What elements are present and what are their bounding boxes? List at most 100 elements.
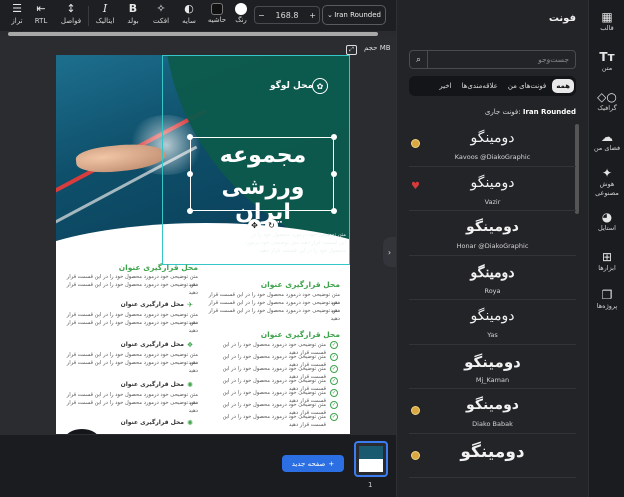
bold-icon: B [128, 2, 138, 15]
nav-text-label: متن [601, 64, 613, 72]
nav-projects[interactable]: ❐ پروژه‌ها [589, 288, 624, 311]
list-text[interactable]: متن توضیحی خود درمورد محصول خود را در ای… [206, 413, 326, 429]
section-title[interactable]: محل قرارگیری عنوان [236, 280, 340, 289]
nav-graphic[interactable]: ◇○ گرافیک [589, 90, 624, 113]
pages-bar: صفحه جدید + 1 [0, 434, 396, 497]
nav-my-space[interactable]: ☁ فضای من [589, 130, 624, 153]
font-item[interactable]: دومینگو Honar @DiakoGraphic [409, 211, 576, 256]
font-name: Roya [484, 286, 501, 295]
increase-size-button[interactable]: + [309, 11, 316, 20]
section-text[interactable]: متن توضیحی خود درمورد محصول خود را در ای… [66, 281, 198, 297]
chevron-right-icon: › [387, 247, 392, 257]
lightbulb-icon: ✺ [187, 381, 193, 389]
hero-description-3[interactable]: محصول خود را در این قسمت قرار دهید [186, 247, 346, 255]
font-sample: دومینگو [470, 309, 515, 324]
font-sample: دومینگو [464, 352, 521, 371]
section-text[interactable]: متن توضیحی خود درمورد محصول خود را در ای… [206, 307, 340, 323]
bold-button[interactable]: B بولد [118, 2, 148, 30]
item-text[interactable]: متن توضیحی خود درمورد محصول خود را در ای… [60, 399, 198, 415]
hero-description-1[interactable]: متن توضیحی خود درمورد محصول خود را در [186, 231, 346, 239]
border-label: حاشیه [207, 16, 227, 24]
item-text[interactable]: متن توضیحی خود درمورد محصول خود را در ای… [60, 359, 198, 375]
new-page-button[interactable]: صفحه جدید + [282, 455, 344, 472]
font-item[interactable]: دومینگو Yas [409, 300, 576, 345]
check-icon: ✓ [330, 341, 338, 349]
item-title[interactable]: محل قرارگیری عنوان [96, 419, 184, 426]
font-name: Mj_Kaman [475, 375, 510, 384]
font-item[interactable]: دومینگو Roya [409, 256, 576, 300]
font-name: Yas [487, 331, 498, 339]
item-text[interactable]: متن توضیحی خود درمورد محصول خود را در ای… [60, 319, 198, 335]
chevron-down-icon: ⌄ [327, 11, 333, 19]
section-title[interactable]: محل قرارگیری عنوان [116, 263, 198, 272]
new-page-label: صفحه جدید [291, 459, 326, 468]
divider [88, 6, 89, 26]
item-title[interactable]: محل قرارگیری عنوان [96, 301, 184, 308]
font-item[interactable]: ♥ دومینگو Vazir [409, 167, 576, 211]
page-thumbnail[interactable] [354, 441, 388, 477]
rtl-button[interactable]: ⇤ RTL [26, 2, 56, 30]
nav-template[interactable]: ▦ قالب [589, 10, 624, 33]
rtl-icon: ⇤ [36, 2, 46, 15]
title-line-1[interactable]: مجموعه [192, 143, 334, 168]
item-title[interactable]: محل قرارگیری عنوان [96, 381, 184, 388]
text-icon: Tт [599, 50, 615, 64]
check-icon: ✓ [330, 413, 338, 421]
search-icon[interactable]: ⌕ [410, 51, 428, 68]
nav-graphic-label: گرافیک [597, 104, 617, 112]
font-item[interactable]: دومینگو Mj_Kaman [409, 345, 576, 389]
italic-button[interactable]: I ایتالیک [90, 2, 120, 30]
font-list: دومینگو Kavoos @DiakoGraphic ♥ دومینگو V… [409, 122, 576, 497]
resize-icon[interactable]: ⤢ [346, 45, 357, 55]
scrollbar-thumb[interactable] [8, 32, 378, 36]
nav-ai[interactable]: ✦ هوش مصنوعی [589, 166, 624, 198]
nav-tools[interactable]: ⊞ ابزارها [589, 250, 624, 273]
rtl-label: RTL [34, 17, 48, 25]
nav-style[interactable]: ◕ استایل [589, 210, 624, 233]
font-item[interactable]: دومینگو [409, 434, 576, 478]
nav-space-label: فضای من [593, 144, 621, 152]
font-size-stepper[interactable]: − 168.8 + [254, 6, 320, 24]
font-name: Vazir [484, 197, 501, 206]
plus-icon: + [328, 459, 335, 468]
spacing-button[interactable]: ↕ فواصل [56, 2, 86, 30]
tab-recent[interactable]: اخیر [435, 79, 455, 93]
tab-my-fonts[interactable]: فونت‌های من [504, 79, 550, 93]
title-line-2[interactable]: ورزشی ایران [192, 175, 334, 225]
hero-description-2[interactable]: این قسمت قرار دهید متن توضیحی خود درمورد [186, 239, 346, 247]
font-item[interactable]: دومینگو Kavoos @DiakoGraphic [409, 122, 576, 167]
copy-icon: ❐ [601, 288, 613, 302]
effect-button[interactable]: ✧ افکت [146, 2, 176, 30]
color-button[interactable]: رنگ [226, 2, 256, 30]
font-name: Diako Babak [472, 420, 513, 428]
layers-icon: ❖ [186, 341, 194, 349]
canvas-area: حجم MB ⤢ محل لوگو ✿ مجموعه ورزشی ایران ✥… [0, 37, 396, 434]
template-icon: ▦ [601, 10, 613, 24]
item-title[interactable]: محل قرارگیری عنوان [96, 341, 184, 348]
shadow-button[interactable]: ◐ سایه [174, 2, 204, 30]
resize-handle[interactable] [331, 134, 337, 140]
font-sample: دومینگو [470, 263, 515, 280]
align-icon: ☰ [12, 2, 22, 15]
shadow-icon: ◐ [184, 2, 194, 15]
font-sample: دومینگو [460, 441, 525, 462]
magic-wand-icon: ✦ [601, 166, 613, 180]
check-icon: ✓ [330, 401, 338, 409]
tab-favorites[interactable]: علاقه‌مندی‌ها [458, 79, 502, 93]
decrease-size-button[interactable]: − [258, 11, 265, 20]
current-font-label: فونت جاری: [484, 108, 521, 116]
section-title[interactable]: محل قرارگیری عنوان [236, 330, 340, 339]
resize-handle[interactable] [187, 134, 193, 140]
nav-tools-label: ابزارها [598, 264, 616, 272]
font-search-input[interactable]: ⌕ جست‌وجو [409, 50, 576, 69]
collapse-panel-button[interactable]: › [383, 237, 396, 267]
font-family-select[interactable]: ⌄ Iran Rounded [322, 5, 386, 25]
nav-text[interactable]: Tт متن [589, 50, 624, 73]
italic-label: ایتالیک [95, 17, 115, 25]
font-size-value[interactable]: 168.8 [276, 11, 299, 20]
tab-all[interactable]: همه [552, 79, 574, 93]
font-item[interactable]: دومینگو Diako Babak [409, 389, 576, 434]
font-sample: دومینگو [470, 130, 515, 146]
spacing-icon: ↕ [66, 2, 76, 15]
design-page[interactable]: محل لوگو ✿ مجموعه ورزشی ایران ✥ ↻ متن تو… [56, 55, 350, 434]
